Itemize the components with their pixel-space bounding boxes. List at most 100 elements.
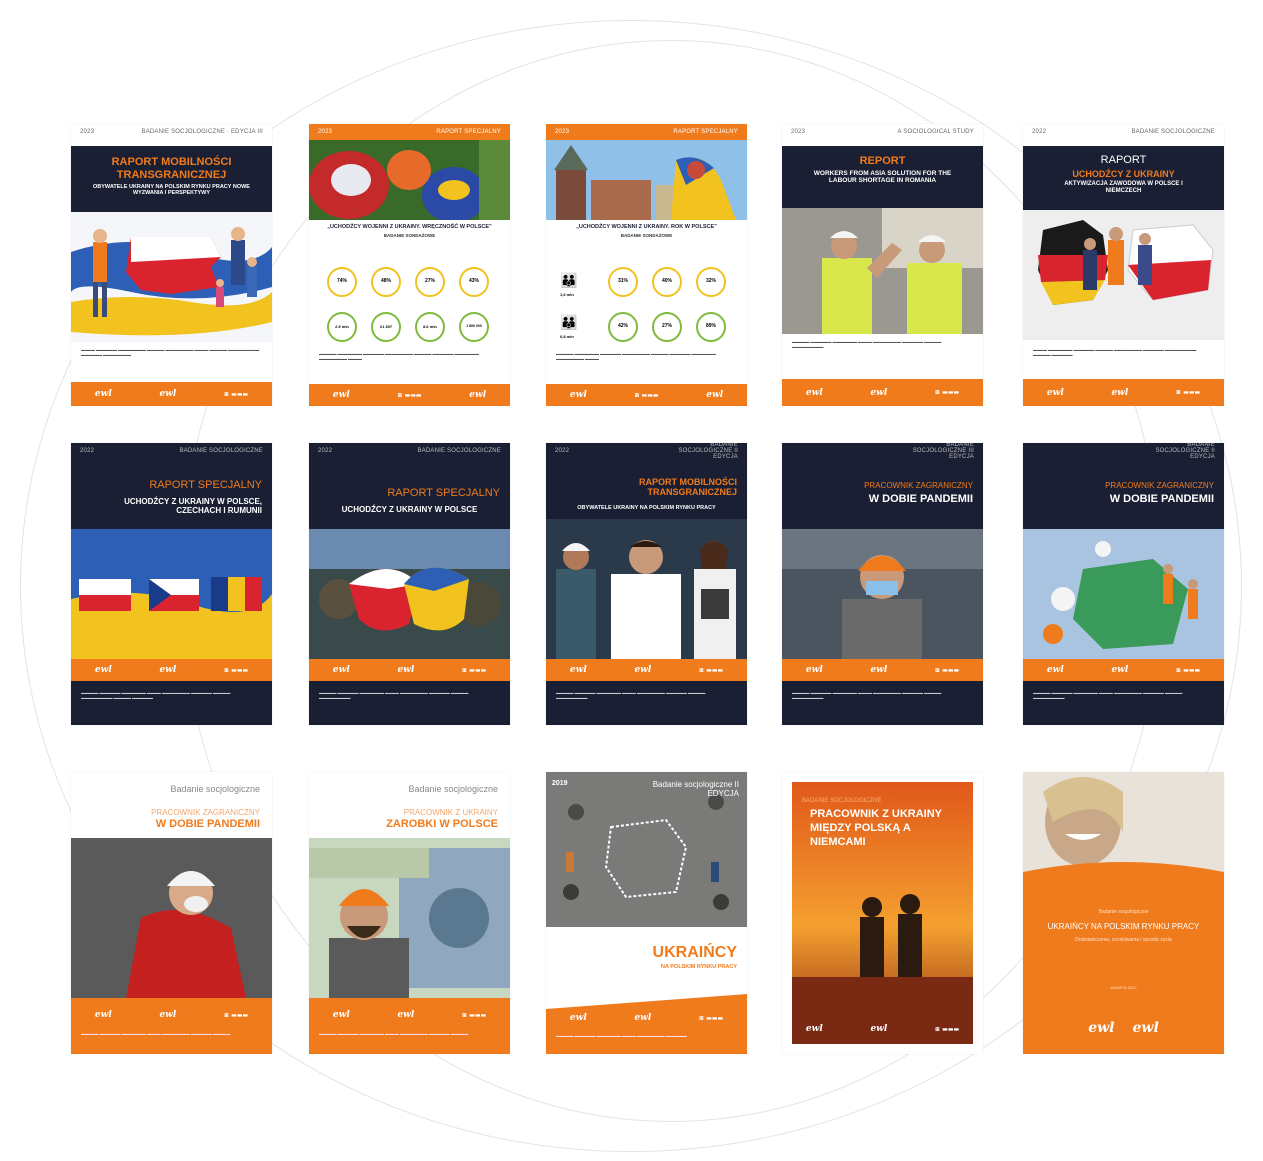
uw-logo: ⊞ ▬▬▬ — [935, 1025, 960, 1033]
cover-series: BADANIE SOCJOLOGICZNE II EDYCJA — [1155, 443, 1215, 460]
uw-logo: ⊞ ▬▬▬ — [224, 666, 249, 674]
report-cover-pandemic-3[interactable]: BADANIE SOCJOLOGICZNE III EDYCJA PRACOWN… — [782, 443, 983, 725]
ewl-logo: ewl — [569, 665, 587, 675]
cover-series: BADANIE SOCJOLOGICZNE II EDYCJA — [678, 443, 738, 460]
ewl-logo: ewl — [94, 389, 112, 399]
uw-logo: ⊞ ▬▬▬ — [935, 666, 960, 674]
cover-title: PRACOWNIK ZAGRANICZNY — [864, 481, 973, 490]
cover-title: „UCHODŹCY WOJENNI Z UKRAINY. WRĘCZNOŚĆ W… — [327, 224, 492, 230]
cover-logo-bar: ewl ewl ⊞ ▬▬▬ — [546, 659, 747, 681]
cover-logo-bar: ewl ⊞ ▬▬▬ ewl — [546, 384, 747, 406]
stat-circle: 21 397 — [371, 312, 401, 342]
cover-logo-bar: ewl ewl ⊞ ▬▬▬ — [782, 659, 983, 681]
cover-photo-krakow — [546, 140, 747, 220]
cover-logo-bar: ewl ewl ⊞ ▬▬▬ — [782, 379, 983, 406]
stat-value: 8.6 mln — [423, 324, 437, 329]
stat-value: 27% — [661, 323, 672, 329]
cover-series: RAPORT SPECJALNY — [436, 129, 501, 135]
stat-circle: 48% — [371, 267, 401, 297]
report-cover-mobility-2022[interactable]: 2022 BADANIE SOCJOLOGICZNE II EDYCJA RAP… — [546, 443, 747, 725]
cover-series: BADANIE SOCJOLOGICZNE — [1131, 129, 1215, 135]
cover-topbar: 2023 BADANIE SOCJOLOGICZNE · EDYCJA III — [71, 124, 272, 140]
cover-year: 2022 — [318, 448, 333, 454]
stat-value: 43% — [468, 278, 479, 284]
report-cover-ukraine-poland-germany[interactable]: BADANIE SOCJOLOGICZNE PRACOWNIK Z UKRAIN… — [782, 772, 983, 1054]
report-cover-refugees-activation[interactable]: 2022 BADANIE SOCJOLOGICZNE RAPORT UCHODŹ… — [1023, 124, 1224, 406]
ewl-logo: ewl — [159, 665, 177, 675]
ewl-logo: ewl — [1132, 1020, 1159, 1036]
cover-subtitle: W DOBIE PANDEMII — [1109, 493, 1214, 505]
report-cover-ukrainians-2019[interactable]: 2019 Badanie socjologiczne II EDYCJA UKR… — [546, 772, 747, 1054]
ewl-logo: ewl — [634, 665, 652, 675]
cover-logo-bar: ewl ewl ⊞ ▬▬▬ — [782, 1018, 983, 1040]
report-cover-pandemic-1[interactable]: Badanie socjologiczne PRACOWNIK ZAGRANIC… — [71, 772, 272, 1054]
cover-logo-bar: ewl ⊞ ▬▬▬ ewl — [309, 384, 510, 406]
stat-value: 27% — [424, 278, 435, 284]
cover-logo-bar: ewl ewl ⊞ ▬▬▬ — [309, 659, 510, 681]
cover-photo-banknotes-worker — [309, 838, 510, 998]
ewl-logo: ewl — [94, 1010, 112, 1020]
ewl-logo: ewl — [397, 665, 415, 675]
report-cover-refugees-poland[interactable]: 2022 BADANIE SOCJOLOGICZNE RAPORT SPECJA… — [309, 443, 510, 725]
cover-subtitle: BADANIE SONDAŻOWE — [620, 233, 673, 238]
ewl-logo: ewl — [1046, 387, 1064, 398]
cover-title: RAPORT SPECJALNY — [387, 487, 500, 499]
cover-year: 2022 — [555, 448, 570, 454]
report-cover-workers-asia[interactable]: 2023 A SOCIOLOGICAL STUDY REPORT WORKERS… — [782, 124, 983, 406]
cover-title: RAPORT SPECJALNY — [149, 479, 262, 491]
stat-circle: 89% — [696, 312, 726, 342]
cover-series: Badanie socjologiczne — [1098, 909, 1149, 915]
cover-topbar: 2022 BADANIE SOCJOLOGICZNE — [309, 443, 510, 459]
cover-title: UKRAIŃCY — [652, 944, 737, 961]
uw-logo: ⊞ ▬▬▬ — [935, 389, 960, 396]
cover-year: 2023 — [80, 129, 95, 135]
report-cover-refugees-year[interactable]: 2023 RAPORT SPECJALNY „UCHODŹCY WOJENNI … — [546, 124, 747, 406]
cover-photo-workers — [782, 208, 983, 334]
uw-logo: ⊞ ▬▬▬ — [462, 666, 487, 674]
ewl-logo: ewl — [159, 389, 177, 399]
ewl-logo: ewl — [634, 1013, 652, 1023]
stat-value: 21 397 — [379, 324, 393, 329]
stat-value: 0,8 mln — [560, 334, 574, 339]
uw-logo: ⊞ ▬▬▬ — [1176, 389, 1201, 396]
uw-logo: ⊞ ▬▬▬ — [224, 1011, 249, 1019]
cover-description: ▬▬▬▬▬ ▬▬▬▬▬▬ ▬▬▬▬▬▬▬ ▬▬▬▬ ▬▬▬▬▬▬▬▬ ▬▬▬▬▬… — [81, 1032, 231, 1036]
ewl-logo: ewl — [569, 390, 587, 400]
cover-title-band: RAPORT UCHODŹCY Z UKRAINY AKTYWIZACJA ZA… — [1023, 146, 1224, 210]
cover-logo-bar: ewl ewl — [1023, 1017, 1224, 1039]
stat-circle: 31% — [608, 267, 638, 297]
report-cover-mobility-2023[interactable]: 2023 BADANIE SOCJOLOGICZNE · EDYCJA III … — [71, 124, 272, 406]
report-cover-ukrainians-2017[interactable]: Badanie socjologiczne UKRAIŃCY NA POLSKI… — [1023, 772, 1224, 1054]
cover-subtitle: UCHODŹCY Z UKRAINY W POLSCE — [341, 505, 478, 514]
cover-logo-bar: ewl ewl ⊞ ▬▬▬ — [309, 1004, 510, 1026]
stat-value: 1 800 000 — [466, 324, 482, 328]
cover-title: PRACOWNIK ZAGRANICZNY — [151, 808, 260, 817]
cover-logo-bar: ewl ewl ⊞ ▬▬▬ — [1023, 659, 1224, 681]
ewl-logo: ewl — [706, 390, 724, 400]
cover-series: RAPORT SPECJALNY — [673, 129, 738, 135]
report-cover-ukraine-earnings[interactable]: Badanie socjologiczne PRACOWNIK Z UKRAIN… — [309, 772, 510, 1054]
cover-subtitle: WORKERS FROM ASIA SOLUTION FOR THE LABOU… — [813, 170, 952, 185]
cover-title: „UCHODŹCY WOJENNI Z UKRAINY. ROK W POLSC… — [576, 224, 717, 230]
cover-topbar: BADANIE SOCJOLOGICZNE III EDYCJA — [782, 443, 983, 460]
ewl-logo: ewl — [805, 387, 823, 398]
cover-edition: ANKIETA 2017 — [1110, 985, 1137, 990]
stat-circle: 40% — [652, 267, 682, 297]
cover-description: ▬▬▬▬▬ ▬▬▬▬▬▬ ▬▬▬▬▬▬▬ ▬▬▬▬ ▬▬▬▬▬▬▬▬ ▬▬▬▬▬… — [1033, 691, 1183, 700]
uw-logo: ⊞ ▬▬▬ — [1176, 666, 1201, 674]
cover-logo-bar: ewl ewl ⊞ ▬▬▬ — [71, 659, 272, 681]
cover-topbar: 2022 BADANIE SOCJOLOGICZNE — [71, 443, 272, 459]
report-cover-refugees-pl-cz-ro[interactable]: 2022 BADANIE SOCJOLOGICZNE RAPORT SPECJA… — [71, 443, 272, 725]
stat-circle: 74% — [327, 267, 357, 297]
cover-logo-bar: ewl ewl ⊞ ▬▬▬ — [71, 1004, 272, 1026]
cover-illustration-map-gears — [1023, 529, 1224, 659]
cover-topbar: 2023 RAPORT SPECJALNY — [309, 124, 510, 140]
cover-description: ▬▬▬▬▬ ▬▬▬▬▬▬ ▬▬▬▬▬▬▬ ▬▬▬▬ ▬▬▬▬▬▬▬▬ ▬▬▬▬▬… — [556, 1034, 687, 1038]
cover-topbar: 2023 A SOCIOLOGICAL STUDY — [782, 124, 983, 140]
report-cover-refugees-solidarity[interactable]: 2023 RAPORT SPECJALNY „UCHODŹCY WOJENNI … — [309, 124, 510, 406]
cover-subtitle-2: AKTYWIZACJA ZAWODOWA W POLSCE I NIEMCZEC… — [1064, 181, 1183, 194]
cover-series: Badanie socjologiczne II EDYCJA — [652, 780, 739, 798]
report-cover-pandemic-2[interactable]: BADANIE SOCJOLOGICZNE II EDYCJA PRACOWNI… — [1023, 443, 1224, 725]
cover-subtitle: UCHODŹCY Z UKRAINY W POLSCE, CZECHACH I … — [124, 497, 262, 516]
cover-subtitle: W DOBIE PANDEMII — [868, 493, 973, 505]
